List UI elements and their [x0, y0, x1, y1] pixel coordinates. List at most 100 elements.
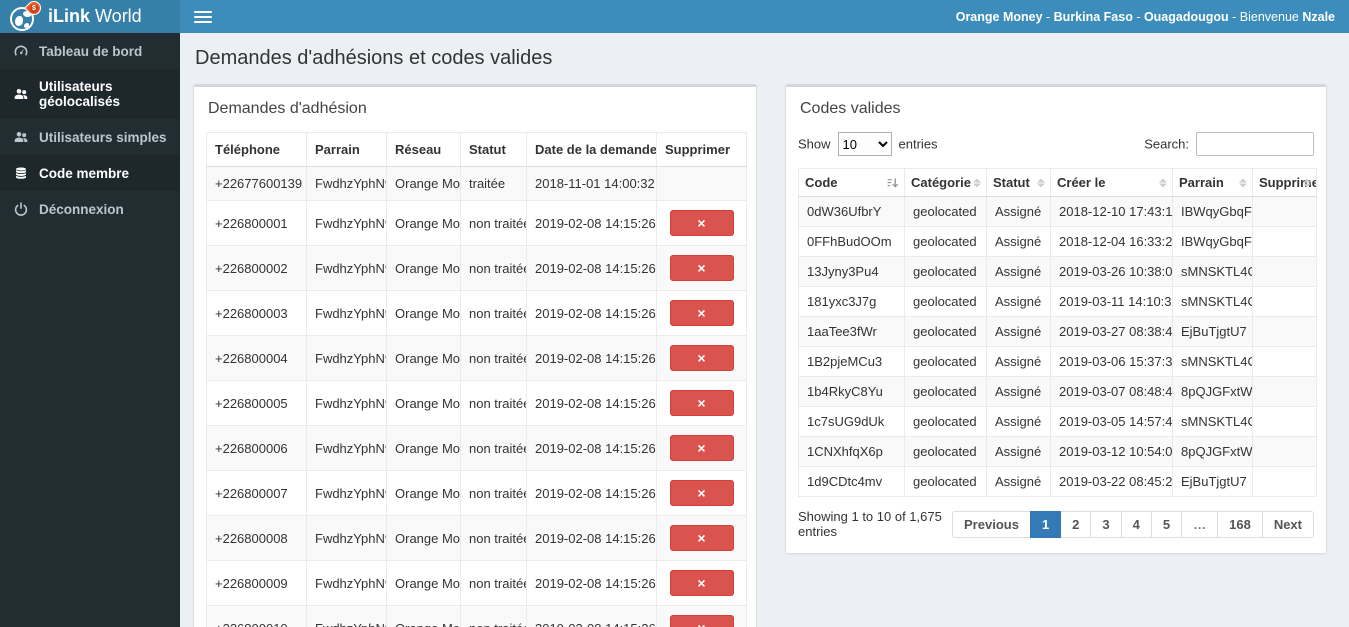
- user-info-segment: Nzale: [1302, 9, 1335, 24]
- creer_le-cell: 2019-03-05 14:57:46: [1050, 406, 1173, 437]
- telephone-cell: +22677600139: [206, 166, 307, 201]
- parrain-cell: FwdhzYphN9: [306, 470, 387, 516]
- menu-toggle-icon[interactable]: [194, 10, 212, 23]
- parrain-cell: sMNSKTL4OR: [1172, 346, 1253, 377]
- delete-button[interactable]: ×: [669, 300, 734, 326]
- sort-both-icon: [1159, 178, 1167, 187]
- supprimer-cell: ×: [656, 515, 747, 561]
- show-label: Show: [798, 136, 831, 152]
- code-cell: 1CNXhfqX6p: [798, 436, 905, 467]
- pagination-button-2[interactable]: 2: [1060, 510, 1092, 538]
- user-info-segment: -: [1132, 9, 1144, 24]
- categorie-cell: geolocated: [904, 466, 987, 497]
- column-header-label: Code: [805, 175, 838, 190]
- delete-button[interactable]: ×: [669, 615, 734, 627]
- sort-both-icon: [1239, 178, 1247, 187]
- parrain-cell: FwdhzYphN9: [306, 245, 387, 291]
- supprimer-cell: [1252, 316, 1317, 347]
- sidebar-item-utilisateurs-geolocalises[interactable]: Utilisateurs géolocalisés: [0, 69, 180, 119]
- codes-column-header[interactable]: Supprimer: [1252, 168, 1317, 197]
- sidebar-item-code-membre[interactable]: Code membre: [0, 155, 180, 191]
- page-length-select[interactable]: 10: [837, 132, 892, 156]
- delete-button[interactable]: ×: [669, 570, 734, 596]
- reseau-cell: Orange Money: [386, 425, 461, 471]
- date-cell: 2019-02-08 14:15:26: [526, 335, 657, 381]
- date-cell: 2019-02-08 14:15:26: [526, 380, 657, 426]
- delete-button[interactable]: ×: [669, 210, 734, 236]
- delete-button[interactable]: ×: [669, 480, 734, 506]
- codes-column-header[interactable]: Code: [798, 168, 905, 197]
- search-input[interactable]: [1196, 132, 1314, 156]
- demandes-table-row: +226800007FwdhzYphN9Orange Moneynon trai…: [206, 470, 747, 516]
- code-cell: 0dW36UfbrY: [798, 196, 905, 227]
- code-cell: 0FFhBudOOm: [798, 226, 905, 257]
- codes-column-header[interactable]: Catégorie: [904, 168, 987, 197]
- parrain-cell: FwdhzYphN9: [306, 515, 387, 561]
- supprimer-cell: ×: [656, 200, 747, 246]
- datatable-footer: Showing 1 to 10 of 1,675 entries Previou…: [798, 509, 1314, 539]
- parrain-cell: EjBuTjgtU7: [1172, 316, 1253, 347]
- supprimer-cell: [1252, 376, 1317, 407]
- sidebar-item-label: Déconnexion: [39, 201, 124, 217]
- page-length-control: Show 10 entries: [798, 132, 938, 156]
- content-area: Demandes d'adhésions et codes valides De…: [180, 33, 1349, 627]
- statut-cell: Assigné: [986, 406, 1051, 437]
- sidebar-item-tableau-de-bord[interactable]: Tableau de bord: [0, 33, 180, 69]
- statut-cell: Assigné: [986, 466, 1051, 497]
- gauge-icon: [13, 43, 29, 59]
- parrain-cell: EjBuTjgtU7: [1172, 466, 1253, 497]
- codes-column-header[interactable]: Créer le: [1050, 168, 1173, 197]
- reseau-cell: Orange Money: [386, 166, 461, 201]
- date-cell: 2019-02-08 14:15:26: [526, 515, 657, 561]
- codes-table-row: 13Jyny3Pu4 geolocated Assigné 2019-03-26 10…: [798, 256, 1317, 287]
- statut-cell: Assigné: [986, 346, 1051, 377]
- logo[interactable]: $ iLink World: [0, 0, 180, 33]
- table-info: Showing 1 to 10 of 1,675 entries: [798, 509, 942, 539]
- delete-button[interactable]: ×: [669, 255, 734, 281]
- date-cell: 2019-02-08 14:15:26: [526, 470, 657, 516]
- demandes-column-header: Réseau: [386, 132, 461, 167]
- supprimer-cell: [1252, 196, 1317, 227]
- demandes-column-header: Parrain: [306, 132, 387, 167]
- reseau-cell: Orange Money: [386, 605, 461, 627]
- pagination-item: 2: [1060, 510, 1092, 538]
- codes-table-row: 1B2pjeMCu3 geolocated Assigné 2019-03-06 15…: [798, 346, 1317, 377]
- delete-button[interactable]: ×: [669, 345, 734, 371]
- code-cell: 1d9CDtc4mv: [798, 466, 905, 497]
- creer_le-cell: 2018-12-10 17:43:11: [1050, 196, 1173, 227]
- pagination-button-4[interactable]: 4: [1120, 510, 1152, 538]
- demandes-column-header: Supprimer: [656, 132, 747, 167]
- statut-cell: Assigné: [986, 226, 1051, 257]
- delete-button[interactable]: ×: [669, 390, 734, 416]
- statut-cell: non traitée: [460, 425, 527, 471]
- demandes-table-row: +226800001FwdhzYphN9Orange Moneynon trai…: [206, 200, 747, 246]
- pagination-button-…: …: [1181, 510, 1219, 538]
- codes-table-row: 1aaTee3fWr geolocated Assigné 2019-03-27 08…: [798, 316, 1317, 347]
- delete-button[interactable]: ×: [669, 435, 734, 461]
- sidebar-item-deconnexion[interactable]: Déconnexion: [0, 191, 180, 227]
- pagination-button-next[interactable]: Next: [1261, 510, 1314, 538]
- statut-cell: Assigné: [986, 376, 1051, 407]
- column-header-label: Statut: [993, 175, 1030, 190]
- sidebar-item-label: Code membre: [39, 165, 130, 181]
- column-header-label: Catégorie: [911, 175, 971, 190]
- pagination-button-168[interactable]: 168: [1217, 510, 1263, 538]
- categorie-cell: geolocated: [904, 256, 987, 287]
- supprimer-cell: [1252, 286, 1317, 317]
- pagination-button-1[interactable]: 1: [1029, 510, 1062, 538]
- date-cell: 2018-11-01 14:00:32: [526, 166, 657, 201]
- pagination-button-5[interactable]: 5: [1150, 510, 1183, 538]
- power-icon: [13, 201, 29, 217]
- codes-table-row: 1b4RkyC8Yu geolocated Assigné 2019-03-07 08…: [798, 376, 1317, 407]
- pagination-button-previous[interactable]: Previous: [952, 510, 1031, 538]
- codes-column-header[interactable]: Parrain: [1172, 168, 1253, 197]
- reseau-cell: Orange Money: [386, 470, 461, 516]
- statut-cell: traitée: [460, 166, 527, 201]
- reseau-cell: Orange Money: [386, 515, 461, 561]
- codes-column-header[interactable]: Statut: [986, 168, 1051, 197]
- pagination-button-3[interactable]: 3: [1090, 510, 1122, 538]
- sidebar-item-utilisateurs-simples[interactable]: Utilisateurs simples: [0, 119, 180, 155]
- pagination-item: 168: [1217, 510, 1263, 538]
- delete-button[interactable]: ×: [669, 525, 734, 551]
- telephone-cell: +226800005: [206, 380, 307, 426]
